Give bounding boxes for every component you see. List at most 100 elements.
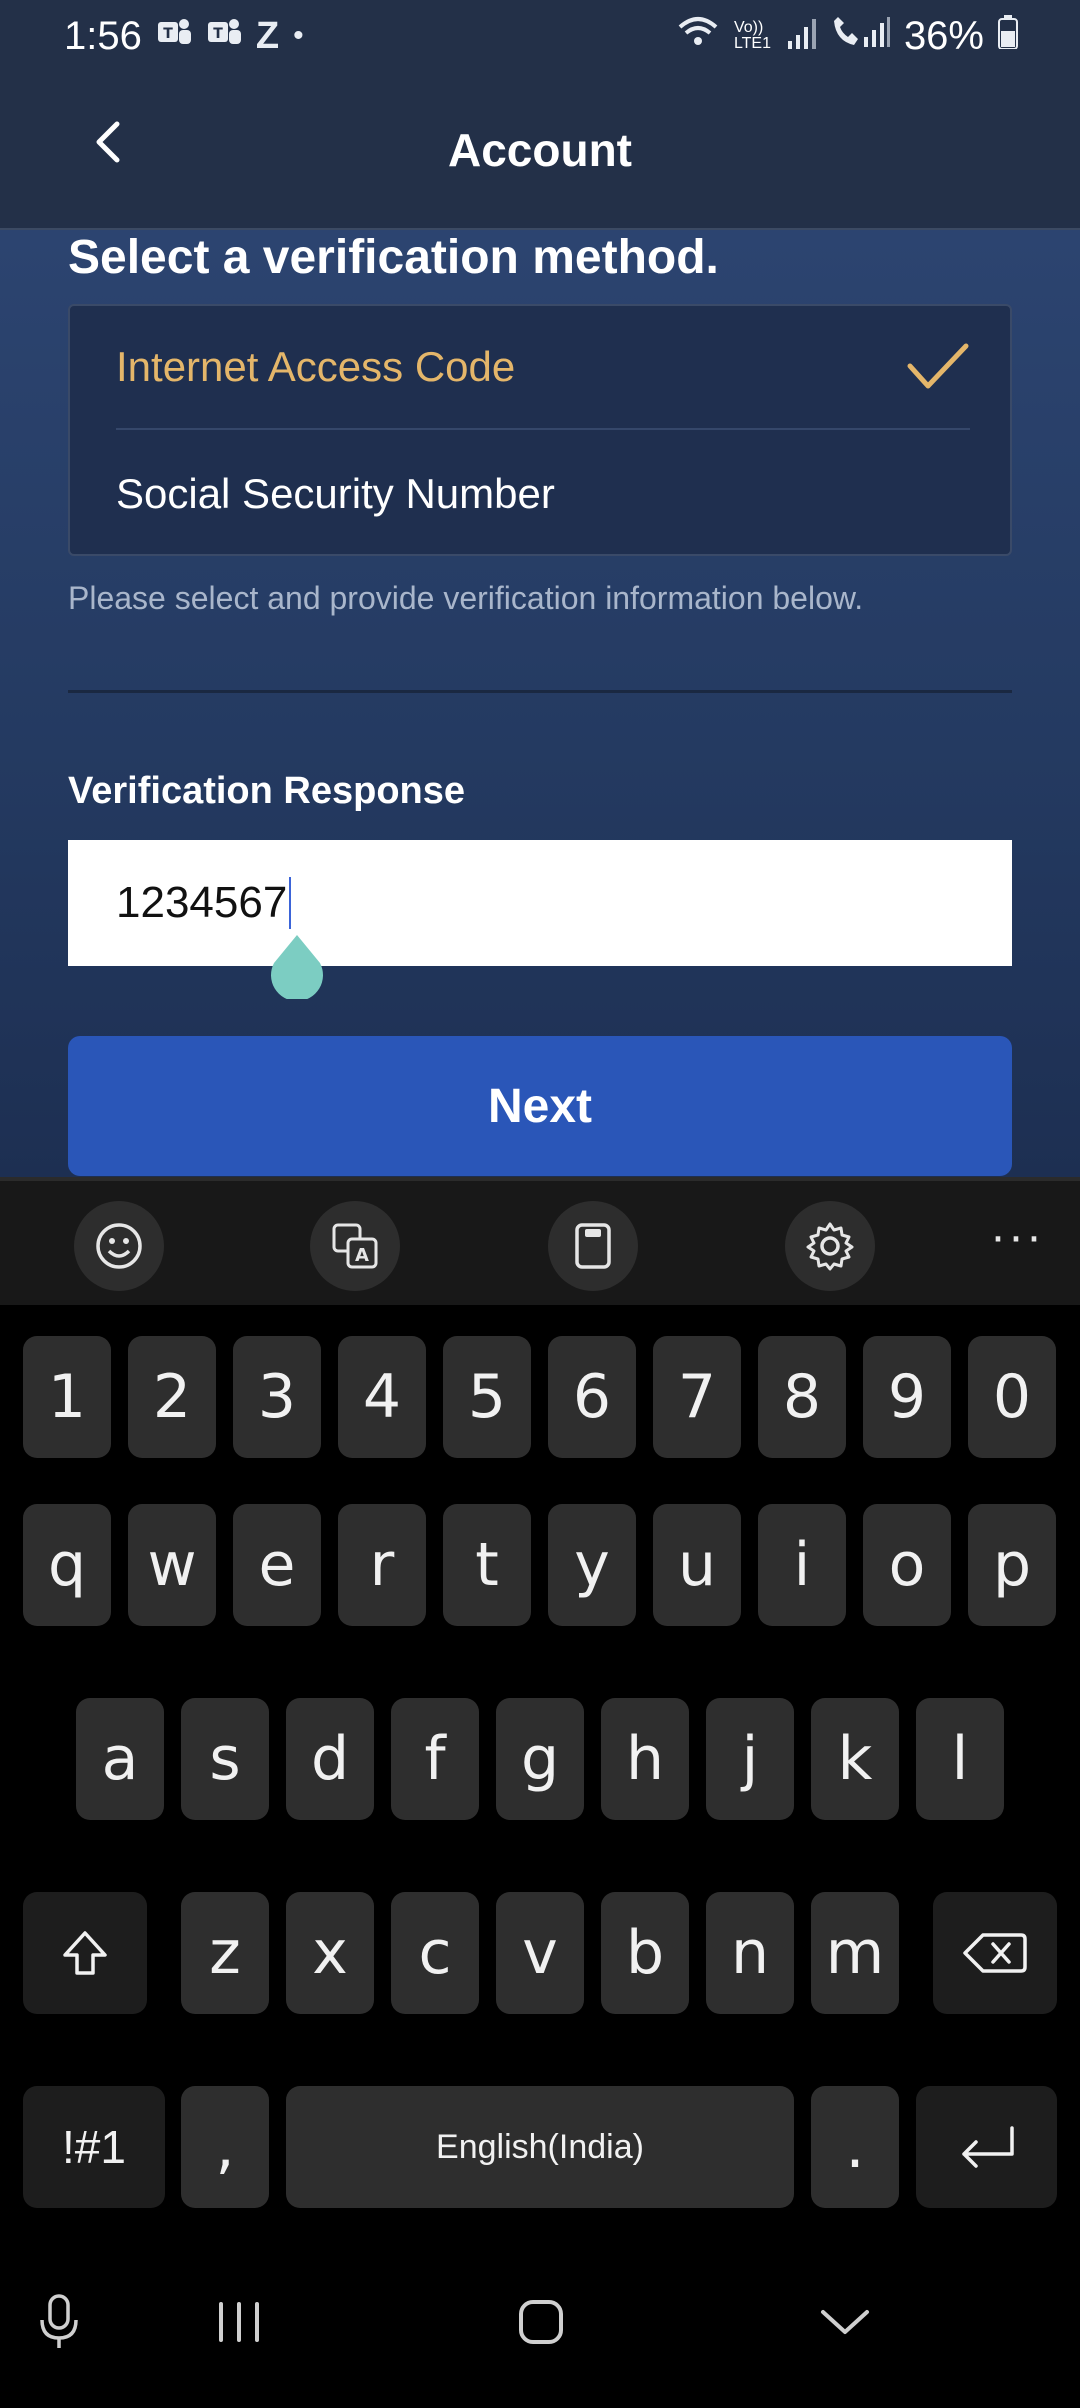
key-s[interactable]: s [181, 1698, 269, 1820]
enter-icon [961, 2126, 1014, 2168]
key-n[interactable]: n [706, 1892, 794, 2014]
settings-button[interactable] [785, 1201, 875, 1291]
more-icon[interactable]: ··· [990, 1209, 1044, 1264]
key-v[interactable]: v [496, 1892, 584, 2014]
key-8[interactable]: 8 [758, 1336, 846, 1458]
teams-icon: T [156, 16, 192, 56]
status-left: 1:56 T T Z • [64, 14, 304, 59]
option-internet-access-code[interactable]: Internet Access Code [116, 306, 970, 430]
keyboard-toolbar: A ··· [0, 1177, 1080, 1305]
verification-response-label: Verification Response [68, 770, 466, 812]
key-m[interactable]: m [811, 1892, 899, 2014]
gear-icon [806, 1222, 854, 1271]
space-key[interactable]: English(India) [286, 2086, 794, 2208]
next-button[interactable]: Next [68, 1036, 1012, 1176]
input-value: 1234567 [116, 878, 288, 927]
key-b[interactable]: b [601, 1892, 689, 2014]
page-title: Account [448, 124, 632, 176]
svg-text:T: T [163, 26, 173, 42]
checkmark-icon [907, 343, 969, 389]
key-t[interactable]: t [443, 1504, 531, 1626]
backspace-icon [963, 1933, 1027, 1973]
symbols-key[interactable]: !#1 [23, 2086, 165, 2208]
helper-text: Please select and provide verification i… [68, 580, 864, 616]
key-x[interactable]: x [286, 1892, 374, 2014]
text-caret [289, 877, 292, 929]
hide-keyboard-button[interactable] [800, 2277, 890, 2367]
key-z[interactable]: z [181, 1892, 269, 2014]
chevron-down-icon [821, 2310, 869, 2334]
option-social-security-number[interactable]: Social Security Number [116, 432, 970, 556]
microphone-icon [40, 2294, 78, 2348]
emoji-button[interactable] [74, 1201, 164, 1291]
app-bar: Account [0, 72, 1080, 230]
key-2[interactable]: 2 [128, 1336, 216, 1458]
shift-icon [63, 1931, 107, 1975]
wifi-icon [676, 14, 720, 59]
period-key[interactable]: . [811, 2086, 899, 2208]
teams-icon: T [206, 16, 242, 56]
key-o[interactable]: o [863, 1504, 951, 1626]
key-f[interactable]: f [391, 1698, 479, 1820]
call-signal-icon [830, 14, 890, 59]
home-icon [519, 2300, 563, 2344]
clipboard-icon [575, 1223, 611, 1269]
key-r[interactable]: r [338, 1504, 426, 1626]
signal-icon [787, 14, 816, 59]
notification-dot-icon: • [293, 19, 304, 52]
svg-text:T: T [213, 26, 223, 42]
svg-text:A: A [355, 1245, 369, 1266]
battery-label: 36% [903, 13, 984, 58]
navigation-bar [0, 2237, 1080, 2408]
key-l[interactable]: l [916, 1698, 1004, 1820]
comma-key[interactable]: , [181, 2086, 269, 2208]
key-3[interactable]: 3 [233, 1336, 321, 1458]
key-u[interactable]: u [653, 1504, 741, 1626]
enter-key[interactable] [916, 2086, 1057, 2208]
translate-icon: A [332, 1223, 378, 1269]
option-label: Internet Access Code [116, 343, 516, 390]
key-c[interactable]: c [391, 1892, 479, 2014]
network-label: Vo)) LTE1 [733, 19, 771, 52]
z-app-icon: Z [255, 14, 280, 57]
status-bar: 1:56 T T Z • Vo)) LTE1 36% [0, 0, 1080, 72]
key-d[interactable]: d [286, 1698, 374, 1820]
key-p[interactable]: p [968, 1504, 1056, 1626]
backspace-key[interactable] [933, 1892, 1057, 2014]
key-q[interactable]: q [23, 1504, 111, 1626]
key-4[interactable]: 4 [338, 1336, 426, 1458]
back-button[interactable] [78, 112, 138, 172]
shift-key[interactable] [23, 1892, 147, 2014]
translate-button[interactable]: A [310, 1201, 400, 1291]
key-k[interactable]: k [811, 1698, 899, 1820]
key-h[interactable]: h [601, 1698, 689, 1820]
key-y[interactable]: y [548, 1504, 636, 1626]
main-content: Select a verification method. Internet A… [0, 230, 1080, 1177]
recents-button[interactable] [194, 2277, 284, 2367]
cursor-handle-icon[interactable] [268, 935, 326, 999]
status-right: Vo)) LTE1 36% [676, 14, 1018, 59]
key-w[interactable]: w [128, 1504, 216, 1626]
key-e[interactable]: e [233, 1504, 321, 1626]
key-9[interactable]: 9 [863, 1336, 951, 1458]
status-time: 1:56 [64, 13, 142, 58]
verification-response-input[interactable]: 1234567 [68, 840, 1012, 966]
key-g[interactable]: g [496, 1698, 584, 1820]
key-a[interactable]: a [76, 1698, 164, 1820]
keyboard: A ··· 1 2 3 4 5 6 7 8 9 0 q w e r t y u … [0, 1177, 1080, 2237]
option-label: Social Security Number [116, 470, 555, 517]
verification-heading: Select a verification method. [68, 231, 719, 284]
key-5[interactable]: 5 [443, 1336, 531, 1458]
voice-input-button[interactable] [14, 2277, 104, 2367]
key-i[interactable]: i [758, 1504, 846, 1626]
key-6[interactable]: 6 [548, 1336, 636, 1458]
home-button[interactable] [496, 2277, 586, 2367]
key-1[interactable]: 1 [23, 1336, 111, 1458]
key-0[interactable]: 0 [968, 1336, 1056, 1458]
clipboard-button[interactable] [548, 1201, 638, 1291]
emoji-icon [96, 1223, 142, 1269]
key-7[interactable]: 7 [653, 1336, 741, 1458]
battery-icon [998, 14, 1018, 59]
key-j[interactable]: j [706, 1698, 794, 1820]
chevron-left-icon [96, 121, 120, 163]
